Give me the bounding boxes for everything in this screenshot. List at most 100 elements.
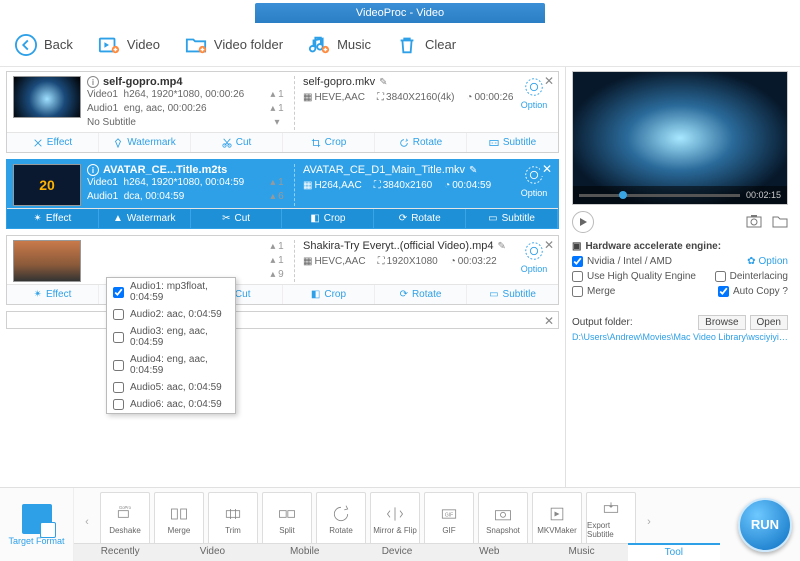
rotate-button[interactable]: ⟳ Rotate: [374, 209, 466, 228]
subtitle-button[interactable]: ▭ Subtitle: [467, 285, 558, 304]
chip-icon: ▣: [572, 241, 581, 252]
close-icon[interactable]: ✕: [544, 74, 554, 88]
tab-recently[interactable]: Recently: [74, 543, 166, 561]
cut-button[interactable]: ✂ Cut: [191, 209, 283, 228]
tool-mirror[interactable]: Mirror & Flip: [370, 492, 420, 546]
crop-button[interactable]: ◧ Crop: [283, 285, 375, 304]
rotate-button[interactable]: ⟳ Rotate: [375, 285, 467, 304]
add-video-button[interactable]: Video: [97, 33, 160, 57]
folder-plus-icon: [184, 33, 208, 57]
tool-snapshot[interactable]: Snapshot: [478, 492, 528, 546]
run-button[interactable]: RUN: [738, 498, 792, 552]
output-folder-section: Output folder: Browse Open D:\Users\Andr…: [572, 315, 788, 342]
video-item-partial[interactable]: ✕: [6, 311, 559, 329]
back-label: Back: [44, 37, 73, 52]
watermark-button[interactable]: Watermark: [99, 133, 191, 152]
video-item[interactable]: ✕ iself-gopro.mp4 Video1 h264, 1920*1080…: [6, 71, 559, 153]
info-icon: i: [87, 76, 99, 88]
preview-player[interactable]: 00:02:15: [572, 71, 788, 205]
tool-split[interactable]: Split: [262, 492, 312, 546]
effect-button[interactable]: ✴ Effect: [7, 209, 99, 228]
music-plus-icon: [307, 33, 331, 57]
edit-icon[interactable]: ✎: [498, 241, 506, 252]
close-icon[interactable]: ✕: [544, 238, 554, 252]
add-folder-button[interactable]: Video folder: [184, 33, 283, 57]
crop-button[interactable]: Crop: [283, 133, 375, 152]
edit-icon[interactable]: ✎: [469, 165, 477, 176]
bottom-bar: Target Format ‹ GoProDeshake Merge Trim …: [0, 487, 800, 561]
dropdown-option[interactable]: Audio5: aac, 0:04:59: [107, 379, 235, 396]
tab-device[interactable]: Device: [351, 543, 443, 561]
cut-button[interactable]: Cut: [191, 133, 283, 152]
crop-button[interactable]: ◧ Crop: [282, 209, 374, 228]
trash-icon: [395, 33, 419, 57]
video-item[interactable]: ✕ ▴ 1 ▴ 1 ▴ 9 Shakira-Try Everyt..(offic…: [6, 235, 559, 305]
preview-time: 00:02:15: [746, 190, 781, 200]
effect-button[interactable]: Effect: [7, 133, 99, 152]
rotate-button[interactable]: Rotate: [375, 133, 467, 152]
seek-bar[interactable]: [579, 194, 740, 197]
play-button[interactable]: [572, 211, 594, 233]
open-button[interactable]: Open: [750, 315, 788, 330]
music-label: Music: [337, 37, 371, 52]
tab-video[interactable]: Video: [166, 543, 258, 561]
merge-checkbox[interactable]: Merge: [572, 286, 615, 297]
tool-rotate[interactable]: Rotate: [316, 492, 366, 546]
gpu-checkbox[interactable]: Nvidia / Intel / AMD: [572, 256, 672, 267]
deinterlace-checkbox[interactable]: Deinterlacing: [715, 271, 788, 282]
subtitle-button[interactable]: ▭ Subtitle: [466, 209, 558, 228]
subtitle-button[interactable]: Subtitle: [467, 133, 558, 152]
hq-checkbox[interactable]: Use High Quality Engine: [572, 271, 696, 282]
tool-trim[interactable]: Trim: [208, 492, 258, 546]
output-folder-label: Output folder:: [572, 317, 633, 328]
effect-button[interactable]: ✴ Effect: [7, 285, 99, 304]
output-title: AVATAR_CE_D1_Main_Title.mkv: [303, 164, 465, 176]
hardware-accel-panel: ▣Hardware accelerate engine: Nvidia / In…: [572, 241, 788, 301]
output-path[interactable]: D:\Users\Andrew\Movies\Mac Video Library…: [572, 332, 788, 342]
open-folder-icon[interactable]: [772, 214, 788, 231]
audio-track-dropdown[interactable]: Audio1: mp3float, 0:04:59 Audio2: aac, 0…: [106, 277, 236, 414]
snapshot-icon[interactable]: [746, 214, 762, 231]
video-label: Video: [127, 37, 160, 52]
tool-export-subtitle[interactable]: Export Subtitle: [586, 492, 636, 546]
tool-gif[interactable]: GIFGIF: [424, 492, 474, 546]
thumbnail: 20: [13, 164, 81, 206]
video-item-selected[interactable]: ✕ 20 iAVATAR_CE...Title.m2ts Video1 h264…: [6, 159, 559, 229]
thumbnail: [13, 76, 81, 118]
dropdown-option[interactable]: Audio2: aac, 0:04:59: [107, 306, 235, 323]
tab-web[interactable]: Web: [443, 543, 535, 561]
clear-button[interactable]: Clear: [395, 33, 456, 57]
category-tabs: Recently Video Mobile Device Web Music T…: [74, 543, 720, 561]
right-panel: 00:02:15 ▣Hardware accelerate engine: Nv…: [566, 67, 794, 487]
dropdown-option[interactable]: Audio4: eng, aac, 0:04:59: [107, 351, 235, 379]
dropdown-option[interactable]: Audio1: mp3float, 0:04:59: [107, 278, 235, 306]
browse-button[interactable]: Browse: [698, 315, 745, 330]
autocopy-checkbox[interactable]: Auto Copy ?: [718, 286, 788, 297]
clear-label: Clear: [425, 37, 456, 52]
target-format-button[interactable]: Target Format: [0, 488, 74, 561]
edit-icon[interactable]: ✎: [379, 77, 387, 88]
back-button[interactable]: Back: [14, 33, 73, 57]
dropdown-option[interactable]: Audio3: eng, aac, 0:04:59: [107, 323, 235, 351]
svg-text:GIF: GIF: [445, 512, 453, 518]
add-music-button[interactable]: Music: [307, 33, 371, 57]
window-title: VideoProc - Video: [255, 3, 545, 23]
close-icon[interactable]: ✕: [540, 162, 554, 176]
svg-text:GoPro: GoPro: [119, 505, 132, 510]
tool-merge[interactable]: Merge: [154, 492, 204, 546]
tool-mkvmaker[interactable]: MKVMaker: [532, 492, 582, 546]
main-toolbar: Back Video Video folder Music Clear: [0, 23, 800, 67]
tab-music[interactable]: Music: [535, 543, 627, 561]
tab-tool[interactable]: Tool: [628, 543, 720, 561]
info-icon: i: [87, 164, 99, 176]
hw-option-button[interactable]: ✿ Option: [747, 256, 788, 267]
watermark-button[interactable]: ▲ Watermark: [99, 209, 191, 228]
dropdown-option[interactable]: Audio6: aac, 0:04:59: [107, 396, 235, 413]
close-icon[interactable]: ✕: [544, 314, 554, 328]
item-list: ✕ iself-gopro.mp4 Video1 h264, 1920*1080…: [0, 67, 566, 487]
tool-deshake[interactable]: GoProDeshake: [100, 492, 150, 546]
folder-label: Video folder: [214, 37, 283, 52]
thumbnail: [13, 240, 81, 282]
item-title: self-gopro.mp4: [103, 76, 182, 88]
tab-mobile[interactable]: Mobile: [259, 543, 351, 561]
